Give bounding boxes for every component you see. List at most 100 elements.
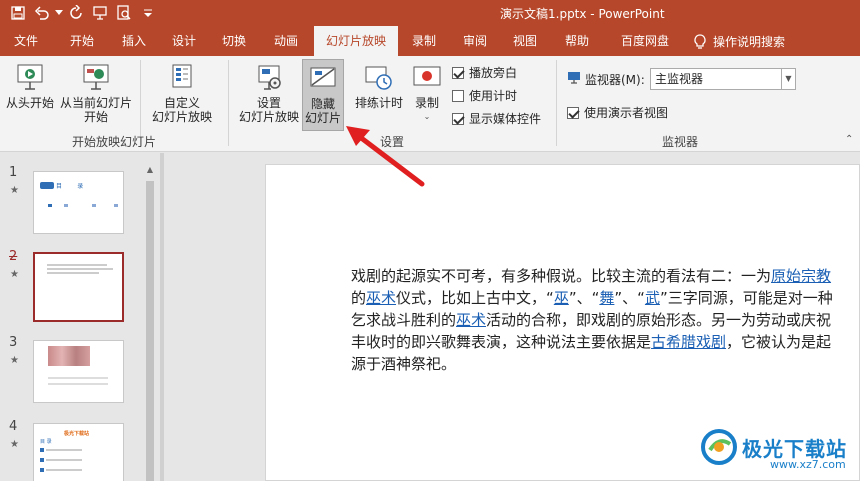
slide-link[interactable]: 舞 xyxy=(599,289,614,307)
setup-slideshow-label-1: 设置 xyxy=(256,96,281,110)
play-narration-checkbox[interactable]: 播放旁白 xyxy=(452,64,517,81)
rehearse-timings-label: 排练计时 xyxy=(354,96,403,110)
show-media-controls-label: 显示媒体控件 xyxy=(469,112,542,126)
slide-text-run: 仪式，比如上古中文，“ xyxy=(396,289,554,307)
slide-link[interactable]: 武 xyxy=(645,289,660,307)
from-current-icon xyxy=(83,64,109,90)
watermark-url: www.xz7.com xyxy=(770,458,846,471)
hide-slide-icon xyxy=(310,67,336,87)
thumb-shape xyxy=(114,204,118,207)
use-timings-checkbox[interactable]: 使用计时 xyxy=(452,87,517,104)
slide-number: 3 xyxy=(9,335,18,350)
tab-design[interactable]: 设计 xyxy=(162,26,206,56)
custom-slideshow-label-1: 自定义 xyxy=(163,96,200,110)
slide-text-run: ”、“ xyxy=(568,289,600,307)
thumb-shape xyxy=(48,204,52,207)
scroll-up-icon[interactable]: ▲ xyxy=(144,163,156,177)
slide-thumbnail-4[interactable]: 极光下载站 目 录 xyxy=(33,423,124,481)
thumb-text-line xyxy=(48,377,108,379)
title-bar: 演示文稿1.pptx - PowerPoint xyxy=(0,0,860,26)
lightbulb-icon xyxy=(694,33,706,49)
preview-icon[interactable] xyxy=(112,2,136,24)
tab-animations[interactable]: 动画 xyxy=(264,26,308,56)
from-current-button[interactable]: 从当前幻灯片 开始 xyxy=(58,62,134,124)
presenter-view-checkbox[interactable]: 使用演示者视图 xyxy=(567,104,668,121)
save-icon[interactable] xyxy=(6,2,30,24)
hide-slide-label-1: 隐藏 xyxy=(310,97,335,111)
play-narration-label: 播放旁白 xyxy=(469,66,518,80)
tell-me-label: 操作说明搜索 xyxy=(713,35,786,49)
chevron-down-icon[interactable] xyxy=(54,2,64,24)
animation-star-icon: ★ xyxy=(10,269,19,280)
slide-thumbnail-3[interactable] xyxy=(33,340,124,403)
tab-view[interactable]: 视图 xyxy=(505,26,545,56)
thumbnail-scrollbar[interactable]: ▲ xyxy=(144,163,156,481)
slide-link[interactable]: 巫术 xyxy=(456,311,486,329)
tell-me-search[interactable]: 操作说明搜索 xyxy=(693,33,785,50)
tab-help[interactable]: 帮助 xyxy=(557,26,597,56)
redo-icon[interactable] xyxy=(64,2,88,24)
thumb-title: 目 录 xyxy=(56,183,84,190)
from-current-label-1: 从当前幻灯片 xyxy=(59,96,132,110)
slide-link[interactable]: 古希腊戏剧 xyxy=(651,333,726,351)
animation-star-icon: ★ xyxy=(10,439,19,450)
group-label-start: 开始放映幻灯片 xyxy=(72,135,157,149)
monitor-select[interactable]: 主监视器 ▼ xyxy=(650,68,796,90)
slide-thumbnail-1[interactable]: 目 录 xyxy=(33,171,124,234)
thumb-shape xyxy=(40,468,44,472)
rehearse-timings-button[interactable]: 排练计时 xyxy=(352,62,406,110)
thumb-shape xyxy=(40,458,44,462)
custom-slideshow-icon xyxy=(172,64,192,88)
present-icon[interactable] xyxy=(88,2,112,24)
checkbox-box xyxy=(452,112,464,125)
tab-review[interactable]: 审阅 xyxy=(455,26,495,56)
scrollbar-thumb[interactable] xyxy=(146,181,154,481)
slide-link[interactable]: 巫 xyxy=(554,289,569,307)
tab-insert[interactable]: 插入 xyxy=(112,26,156,56)
tab-transitions[interactable]: 切换 xyxy=(212,26,256,56)
thumb-title: 极光下载站 xyxy=(64,431,90,437)
ribbon-divider xyxy=(556,60,557,146)
slide-text-box[interactable]: 戏剧的起源实不可考，有多种假说。比较主流的看法有二：一为原始宗教的巫术仪式，比如… xyxy=(351,265,846,375)
tab-slideshow[interactable]: 幻灯片放映 xyxy=(314,26,398,56)
from-beginning-label: 从头开始 xyxy=(5,96,54,110)
custom-slideshow-button[interactable]: 自定义 幻灯片放映 xyxy=(146,62,218,124)
setup-slideshow-button[interactable]: 设置 幻灯片放映 xyxy=(238,62,300,124)
presenter-view-label: 使用演示者视图 xyxy=(584,106,669,120)
collapse-ribbon-icon[interactable]: ⌃ xyxy=(845,134,853,145)
record-icon xyxy=(413,66,441,86)
slide-thumbnail-2[interactable] xyxy=(33,252,124,322)
record-label: 录制 xyxy=(414,96,439,110)
thumb-text-line xyxy=(48,383,108,385)
thumb-shape xyxy=(40,448,44,452)
setup-slideshow-icon xyxy=(258,65,281,90)
thumb-shape xyxy=(40,182,54,189)
tab-file[interactable]: 文件 xyxy=(6,26,46,56)
thumb-text-line xyxy=(46,459,82,461)
pane-splitter[interactable] xyxy=(160,153,164,481)
show-media-controls-checkbox[interactable]: 显示媒体控件 xyxy=(452,110,541,127)
annotation-arrow-icon xyxy=(346,126,425,187)
slide-number: 4 xyxy=(9,419,18,434)
slide-link[interactable]: 巫术 xyxy=(366,289,396,307)
setup-slideshow-label-2: 幻灯片放映 xyxy=(238,110,299,124)
customize-icon[interactable] xyxy=(136,2,160,24)
chevron-down-icon: ▼ xyxy=(781,69,795,89)
use-timings-label: 使用计时 xyxy=(469,89,518,103)
undo-icon[interactable] xyxy=(30,2,54,24)
from-beginning-button[interactable]: 从头开始 xyxy=(4,62,56,110)
quick-access-toolbar xyxy=(6,2,160,24)
checkbox-box xyxy=(452,89,464,102)
slide-text-run: 戏剧的起源实不可考，有多种假说。比较主流的看法有二：一为 xyxy=(351,267,772,285)
slide-number: 1 xyxy=(9,165,18,180)
tab-home[interactable]: 开始 xyxy=(60,26,104,56)
thumb-text-line xyxy=(47,272,99,274)
tab-baidu-netdisk[interactable]: 百度网盘 xyxy=(610,26,680,56)
slide-link[interactable]: 原始宗教 xyxy=(771,267,831,285)
rehearse-timings-icon xyxy=(365,66,392,90)
tab-record[interactable]: 录制 xyxy=(404,26,444,56)
slide-number: 2 xyxy=(9,249,18,264)
ribbon-tabs: 文件 开始 插入 设计 切换 动画 幻灯片放映 录制 审阅 视图 帮助 百度网盘… xyxy=(0,26,860,56)
aurora-logo-icon xyxy=(701,429,737,465)
thumb-subtitle: 目 录 xyxy=(40,439,52,445)
